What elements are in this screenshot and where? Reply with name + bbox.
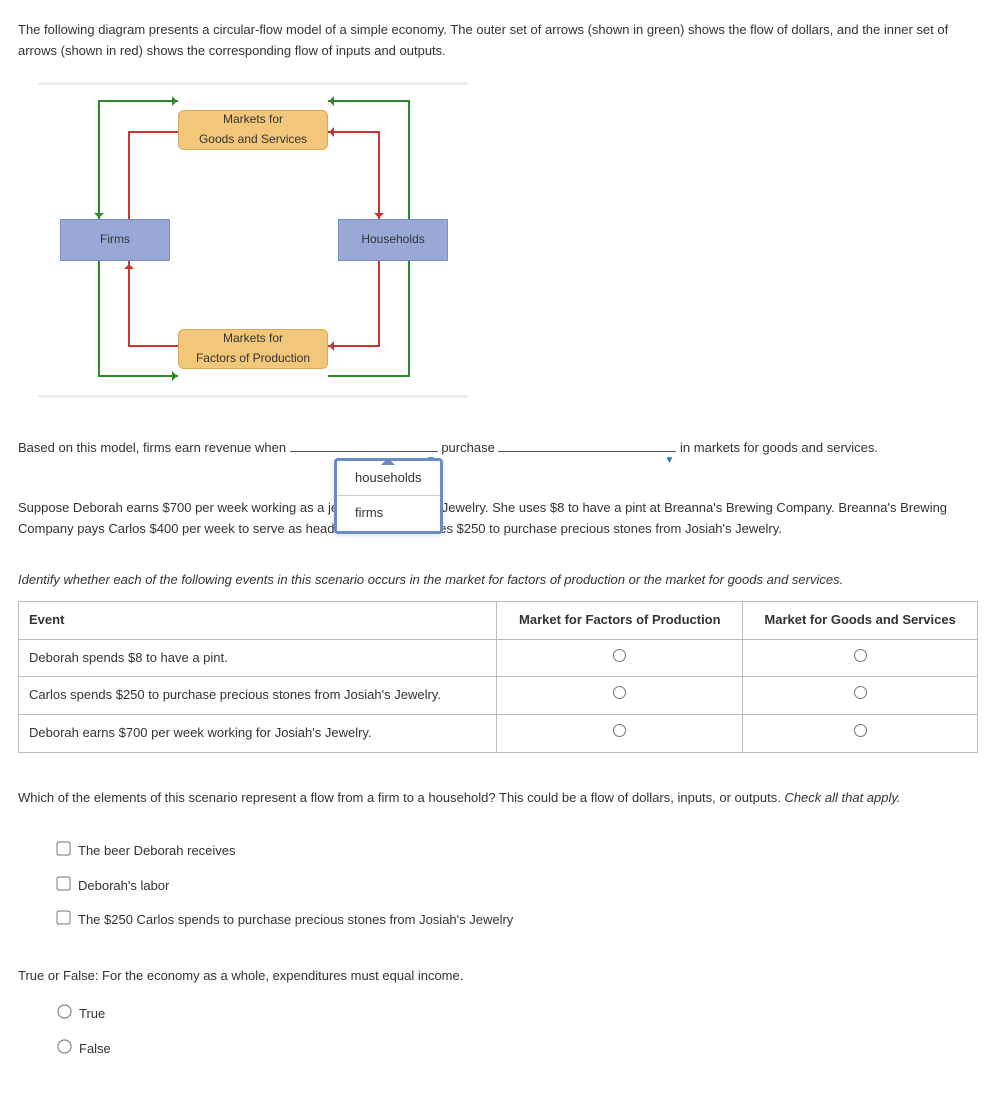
fill-mid: purchase (441, 440, 498, 455)
node-market-factors: Markets for Factors of Production (178, 329, 328, 369)
tf-false-label: False (79, 1041, 111, 1056)
radio-factors-1[interactable] (613, 686, 626, 699)
check-option-1[interactable]: Deborah's labor (53, 878, 169, 893)
tf-true[interactable]: True (53, 1006, 105, 1021)
radio-false[interactable] (57, 1039, 71, 1053)
checkbox-2[interactable] (56, 911, 70, 925)
arrowhead-icon (172, 96, 182, 106)
node-market-goods: Markets for Goods and Services (178, 110, 328, 150)
col-factors: Market for Factors of Production (497, 601, 743, 639)
check-label-0: The beer Deborah receives (78, 843, 236, 858)
table-row: Deborah earns $700 per week working for … (19, 715, 978, 753)
flow-question: Which of the elements of this scenario r… (18, 788, 978, 809)
flow-checklist: The beer Deborah receives Deborah's labo… (53, 839, 978, 931)
checkbox-0[interactable] (56, 841, 70, 855)
dropdown-popover: households firms (334, 458, 443, 535)
radio-goods-1[interactable] (854, 686, 867, 699)
blank-who[interactable]: ▼ (290, 451, 438, 452)
check-option-0[interactable]: The beer Deborah receives (53, 843, 236, 858)
blank-what[interactable]: ▼ (498, 451, 676, 452)
arrowhead-icon (172, 371, 182, 381)
checkbox-1[interactable] (56, 876, 70, 890)
node-firms: Firms (60, 219, 170, 261)
radio-goods-0[interactable] (854, 649, 867, 662)
radio-goods-2[interactable] (854, 724, 867, 737)
tf-false[interactable]: False (53, 1041, 111, 1056)
table-row: Deborah spends $8 to have a pint. (19, 639, 978, 677)
arrowhead-icon (324, 96, 334, 106)
radio-factors-2[interactable] (613, 724, 626, 737)
table-row: Carlos spends $250 to purchase precious … (19, 677, 978, 715)
radio-factors-0[interactable] (613, 649, 626, 662)
event-cell: Carlos spends $250 to purchase precious … (19, 677, 497, 715)
tf-options: True False (53, 1002, 978, 1060)
dropdown-arrow-icon: ▼ (665, 453, 675, 469)
events-table: Event Market for Factors of Production M… (18, 601, 978, 753)
fill-post: in markets for goods and services. (680, 440, 878, 455)
col-goods: Market for Goods and Services (743, 601, 978, 639)
event-cell: Deborah earns $700 per week working for … (19, 715, 497, 753)
node-households: Households (338, 219, 448, 261)
check-label-2: The $250 Carlos spends to purchase preci… (78, 912, 513, 927)
true-false-question: True or False: For the economy as a whol… (18, 966, 978, 987)
radio-true[interactable] (57, 1004, 71, 1018)
table-instruction: Identify whether each of the following e… (18, 570, 978, 591)
col-event: Event (19, 601, 497, 639)
scenario-paragraph: Suppose Deborah earns $700 per week work… (18, 498, 978, 540)
check-all-apply: Check all that apply. (784, 790, 900, 805)
event-cell: Deborah spends $8 to have a pint. (19, 639, 497, 677)
tf-true-label: True (79, 1006, 105, 1021)
circular-flow-diagram: Markets for Goods and Services Markets f… (38, 82, 468, 398)
flow-question-text: Which of the elements of this scenario r… (18, 790, 784, 805)
check-label-1: Deborah's labor (78, 878, 169, 893)
dropdown-option-households[interactable]: households (337, 461, 440, 497)
dropdown-option-firms[interactable]: firms (337, 496, 440, 531)
fill-pre: Based on this model, firms earn revenue … (18, 440, 290, 455)
intro-text: The following diagram presents a circula… (18, 20, 978, 62)
check-option-2[interactable]: The $250 Carlos spends to purchase preci… (53, 912, 513, 927)
fill-blank-sentence: Based on this model, firms earn revenue … (18, 438, 978, 459)
